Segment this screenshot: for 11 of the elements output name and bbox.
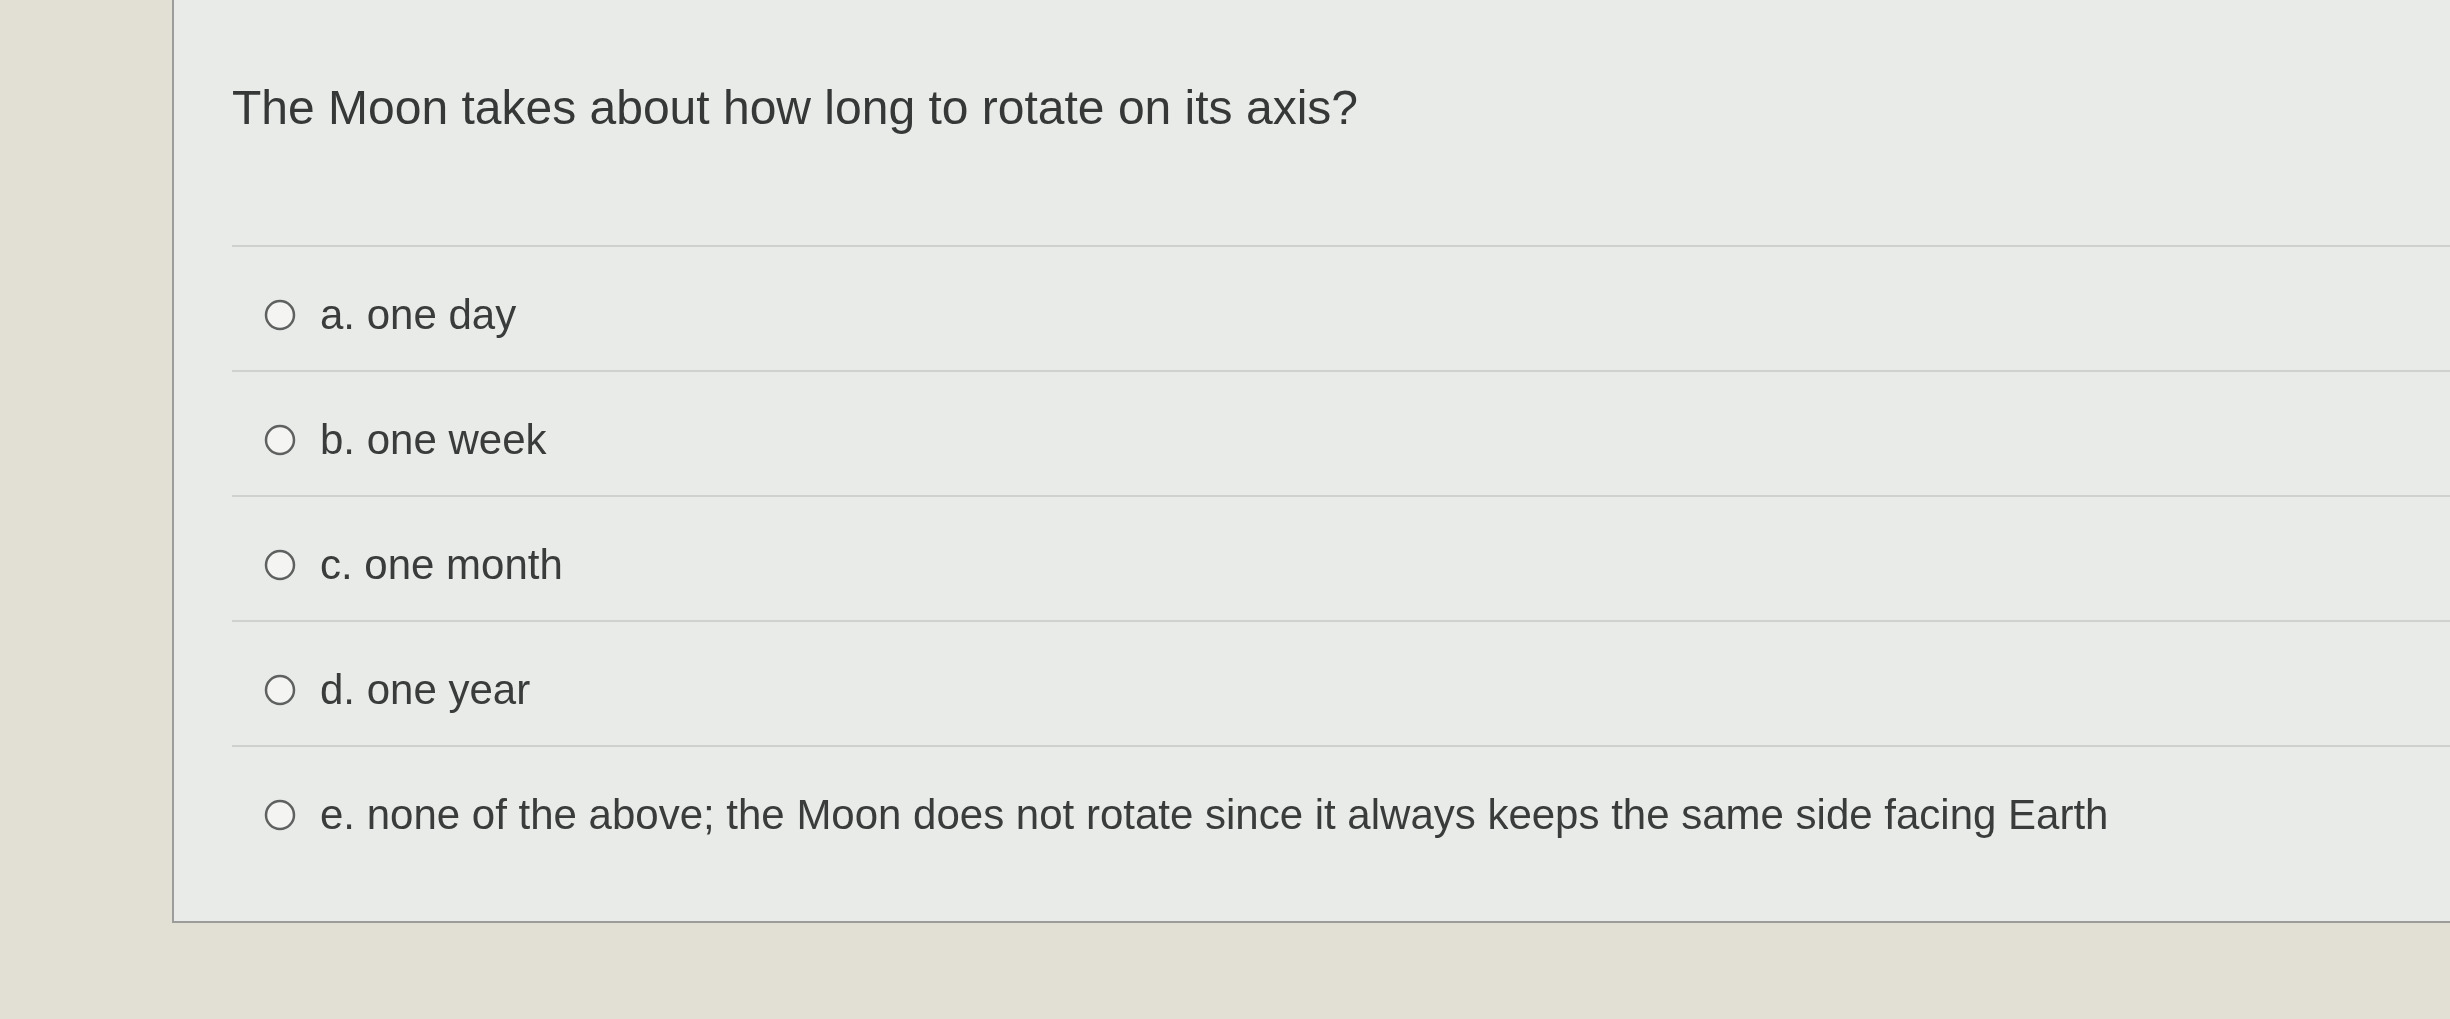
option-label[interactable]: c. one month xyxy=(320,541,563,589)
radio-button[interactable] xyxy=(264,424,296,456)
option-label[interactable]: d. one year xyxy=(320,666,531,714)
radio-button[interactable] xyxy=(264,674,296,706)
radio-button[interactable] xyxy=(264,549,296,581)
radio-button[interactable] xyxy=(264,299,296,331)
option-label[interactable]: b. one week xyxy=(320,416,547,464)
option-label[interactable]: e. none of the above; the Moon does not rotate since it always keeps the same side facing Earth xyxy=(320,791,2109,839)
radio-button[interactable] xyxy=(264,799,296,831)
option-label[interactable]: a. one day xyxy=(320,291,517,339)
question-text: The Moon takes about how long to rotate on its axis? xyxy=(232,80,1358,136)
